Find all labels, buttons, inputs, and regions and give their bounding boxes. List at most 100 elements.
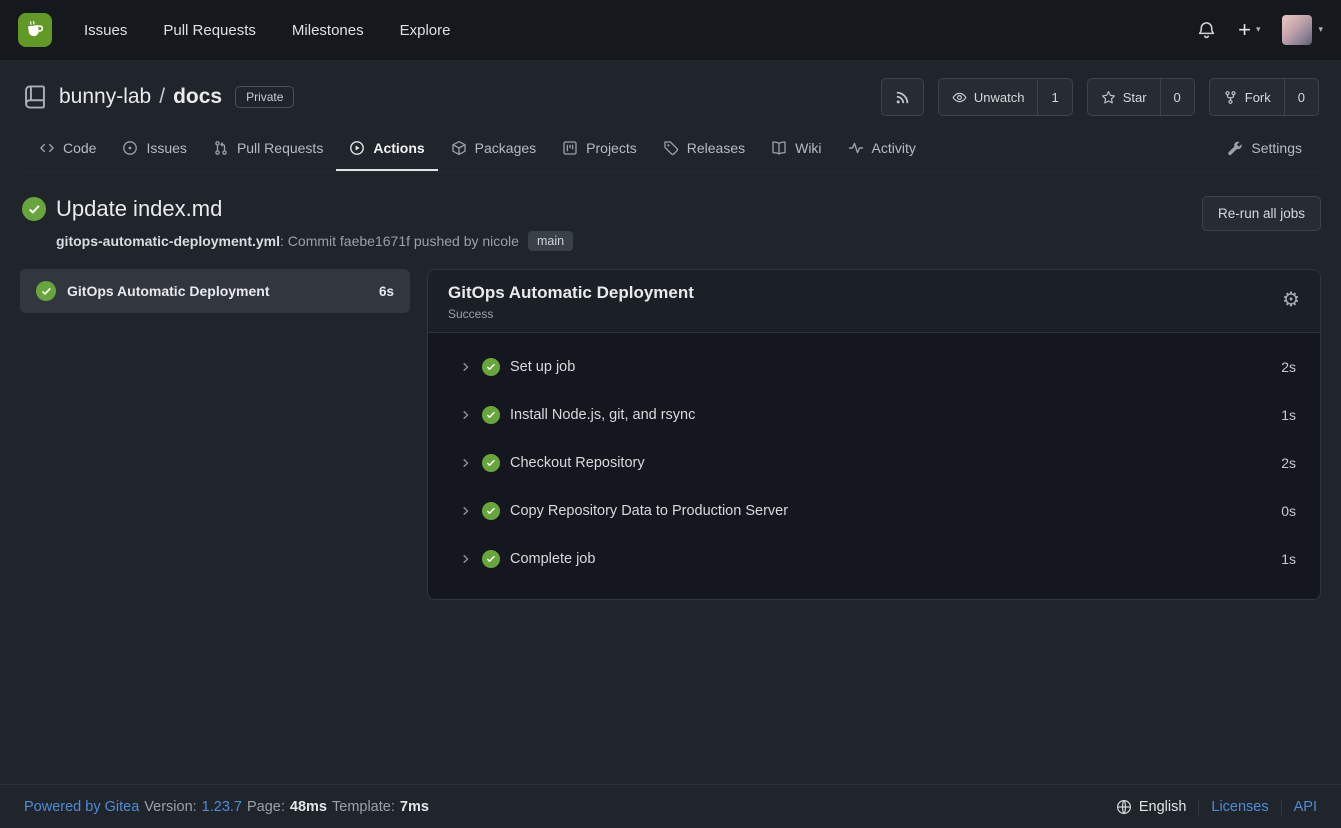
gitea-cup-icon bbox=[23, 18, 48, 43]
rss-button[interactable] bbox=[882, 79, 923, 115]
tab-releases[interactable]: Releases bbox=[650, 128, 758, 171]
star-count[interactable]: 0 bbox=[1160, 79, 1194, 115]
package-icon bbox=[451, 140, 467, 156]
job-name: GitOps Automatic Deployment bbox=[67, 283, 368, 299]
rss-icon bbox=[895, 90, 910, 105]
licenses-link[interactable]: Licenses bbox=[1211, 799, 1268, 815]
run-header: Update index.md gitops-automatic-deploym… bbox=[0, 172, 1341, 269]
plus-icon: + bbox=[1238, 19, 1251, 41]
tab-label: Pull Requests bbox=[237, 140, 323, 156]
activity-icon bbox=[848, 140, 864, 156]
template-time-value: 7ms bbox=[400, 799, 429, 815]
tab-activity[interactable]: Activity bbox=[835, 128, 929, 171]
repo-title-row: bunny-lab / docs Private bbox=[22, 78, 1319, 116]
unwatch-label: Unwatch bbox=[974, 90, 1025, 105]
chevron-right-icon bbox=[460, 409, 472, 421]
version-link[interactable]: 1.23.7 bbox=[202, 799, 242, 815]
step-duration: 2s bbox=[1281, 359, 1296, 375]
footer-divider bbox=[1281, 799, 1282, 815]
watch-count[interactable]: 1 bbox=[1037, 79, 1071, 115]
issue-icon bbox=[122, 140, 138, 156]
user-avatar bbox=[1282, 15, 1312, 45]
star-label: Star bbox=[1123, 90, 1147, 105]
eye-icon bbox=[952, 90, 967, 105]
job-duration: 6s bbox=[379, 284, 394, 299]
run-subtitle: gitops-automatic-deployment.yml : Commit… bbox=[56, 231, 1319, 251]
step-row[interactable]: Complete job 1s bbox=[428, 535, 1320, 583]
job-list-item[interactable]: GitOps Automatic Deployment 6s bbox=[20, 269, 410, 313]
footer-right: English Licenses API bbox=[1116, 799, 1317, 815]
rerun-all-jobs-button[interactable]: Re-run all jobs bbox=[1202, 196, 1321, 231]
watch-button-group: Unwatch 1 bbox=[938, 78, 1073, 116]
tab-code[interactable]: Code bbox=[26, 128, 109, 171]
star-icon bbox=[1101, 90, 1116, 105]
tab-label: Actions bbox=[373, 140, 424, 156]
top-navbar: Issues Pull Requests Milestones Explore … bbox=[0, 0, 1341, 60]
tab-packages[interactable]: Packages bbox=[438, 128, 549, 171]
step-row[interactable]: Set up job 2s bbox=[428, 343, 1320, 391]
tab-pull-requests[interactable]: Pull Requests bbox=[200, 128, 336, 171]
workflow-file-link[interactable]: gitops-automatic-deployment.yml bbox=[56, 233, 280, 249]
commit-info-text: : Commit faebe1671f pushed by nicole bbox=[280, 233, 519, 249]
user-menu[interactable]: ▾ bbox=[1282, 15, 1323, 45]
tab-settings[interactable]: Settings bbox=[1214, 128, 1315, 171]
job-status-text: Success bbox=[448, 307, 694, 321]
tab-label: Packages bbox=[475, 140, 536, 156]
nav-item-issues[interactable]: Issues bbox=[84, 22, 127, 39]
tab-label: Code bbox=[63, 140, 96, 156]
nav-item-pull-requests[interactable]: Pull Requests bbox=[163, 22, 256, 39]
unwatch-button[interactable]: Unwatch bbox=[939, 79, 1038, 115]
nav-item-explore[interactable]: Explore bbox=[400, 22, 451, 39]
repo-owner-link[interactable]: bunny-lab bbox=[59, 85, 151, 109]
tab-label: Projects bbox=[586, 140, 637, 156]
nav-item-milestones[interactable]: Milestones bbox=[292, 22, 364, 39]
code-icon bbox=[39, 140, 55, 156]
tab-projects[interactable]: Projects bbox=[549, 128, 650, 171]
notifications-bell-icon[interactable] bbox=[1197, 21, 1216, 40]
repo-name-link[interactable]: docs bbox=[173, 85, 222, 109]
tab-wiki[interactable]: Wiki bbox=[758, 128, 834, 171]
create-new-button[interactable]: + ▾ bbox=[1238, 19, 1260, 41]
footer-divider bbox=[1198, 799, 1199, 815]
repo-breadcrumb: bunny-lab / docs bbox=[59, 85, 222, 109]
repo-header: bunny-lab / docs Private bbox=[0, 60, 1341, 172]
language-label: English bbox=[1139, 799, 1187, 815]
tab-issues[interactable]: Issues bbox=[109, 128, 199, 171]
steps-list: Set up job 2s Install Node.js, git, and … bbox=[428, 333, 1320, 599]
api-link[interactable]: API bbox=[1294, 799, 1317, 815]
fork-count[interactable]: 0 bbox=[1284, 79, 1318, 115]
job-panel-title: GitOps Automatic Deployment bbox=[448, 283, 694, 303]
job-panel-header: GitOps Automatic Deployment Success ⚙ bbox=[428, 270, 1320, 333]
rss-button-group bbox=[881, 78, 924, 116]
repo-tabs: Code Issues Pull Requests bbox=[22, 128, 1319, 172]
version-label: Version: bbox=[144, 799, 196, 815]
settings-icon bbox=[1227, 140, 1243, 156]
gitea-logo[interactable] bbox=[18, 13, 52, 47]
chevron-down-icon: ▾ bbox=[1256, 25, 1261, 35]
pull-request-icon bbox=[213, 140, 229, 156]
template-time-label: Template: bbox=[332, 799, 395, 815]
job-panel-titles: GitOps Automatic Deployment Success bbox=[448, 283, 694, 321]
step-name: Set up job bbox=[510, 359, 575, 375]
footer-left: Powered by Gitea Version: 1.23.7 Page: 4… bbox=[24, 799, 429, 815]
gear-icon[interactable]: ⚙ bbox=[1282, 289, 1300, 309]
language-selector[interactable]: English bbox=[1116, 799, 1187, 815]
fork-button[interactable]: Fork bbox=[1210, 79, 1284, 115]
book-icon bbox=[771, 140, 787, 156]
chevron-right-icon bbox=[460, 505, 472, 517]
step-row[interactable]: Copy Repository Data to Production Serve… bbox=[428, 487, 1320, 535]
tab-actions[interactable]: Actions bbox=[336, 128, 437, 171]
navbar-links: Issues Pull Requests Milestones Explore bbox=[84, 22, 450, 39]
step-row[interactable]: Install Node.js, git, and rsync 1s bbox=[428, 391, 1320, 439]
step-success-check-icon bbox=[482, 502, 500, 520]
tab-label: Settings bbox=[1251, 140, 1302, 156]
fork-icon bbox=[1223, 90, 1238, 105]
branch-badge[interactable]: main bbox=[528, 231, 573, 251]
repo-icon bbox=[22, 84, 48, 110]
step-row[interactable]: Checkout Repository 2s bbox=[428, 439, 1320, 487]
step-duration: 1s bbox=[1281, 407, 1296, 423]
powered-by-gitea-link[interactable]: Powered by Gitea bbox=[24, 799, 139, 815]
step-duration: 2s bbox=[1281, 455, 1296, 471]
chevron-right-icon bbox=[460, 361, 472, 373]
star-button[interactable]: Star bbox=[1088, 79, 1160, 115]
